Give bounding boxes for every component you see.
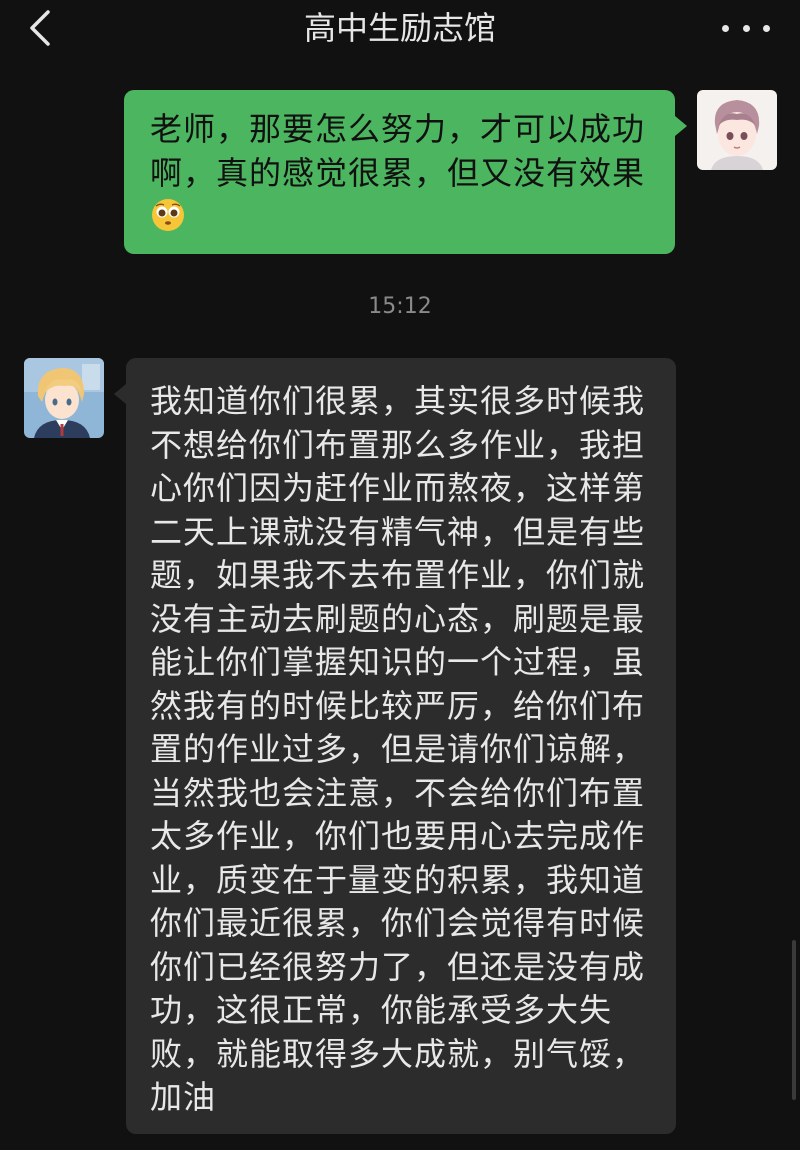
- chat-title: 高中生励志馆: [303, 9, 496, 47]
- teacher-avatar[interactable]: [24, 358, 104, 438]
- message-timestamp: 15:12: [368, 294, 432, 319]
- pleading-face-emoji: [150, 197, 186, 233]
- more-button[interactable]: [722, 12, 770, 44]
- chat-header: 高中生励志馆: [0, 0, 800, 58]
- more-dots-icon: [722, 24, 729, 32]
- message-bubble-sent[interactable]: 老师，那要怎么努力，才可以成功啊，真的感觉很累，但又没有效果: [124, 90, 687, 254]
- more-dots-icon: [742, 24, 750, 32]
- scrollbar[interactable]: [792, 940, 796, 1100]
- more-dots-icon: [763, 24, 770, 32]
- my-avatar[interactable]: [697, 90, 777, 170]
- message-text: 老师，那要怎么努力，才可以成功啊，真的感觉很累，但又没有效果: [150, 110, 646, 192]
- chat-screen: 高中生励志馆 老师，那要怎么努力，才可以成功啊，真的感觉很累，但又没有效果 15…: [0, 0, 800, 1150]
- message-bubble-received[interactable]: 我知道你们很累，其实很多时候我不想给你们布置那么多作业，我担心你们因为赶作业而熬…: [114, 358, 676, 1134]
- message-text: 我知道你们很累，其实很多时候我不想给你们布置那么多作业，我担心你们因为赶作业而熬…: [150, 382, 646, 1116]
